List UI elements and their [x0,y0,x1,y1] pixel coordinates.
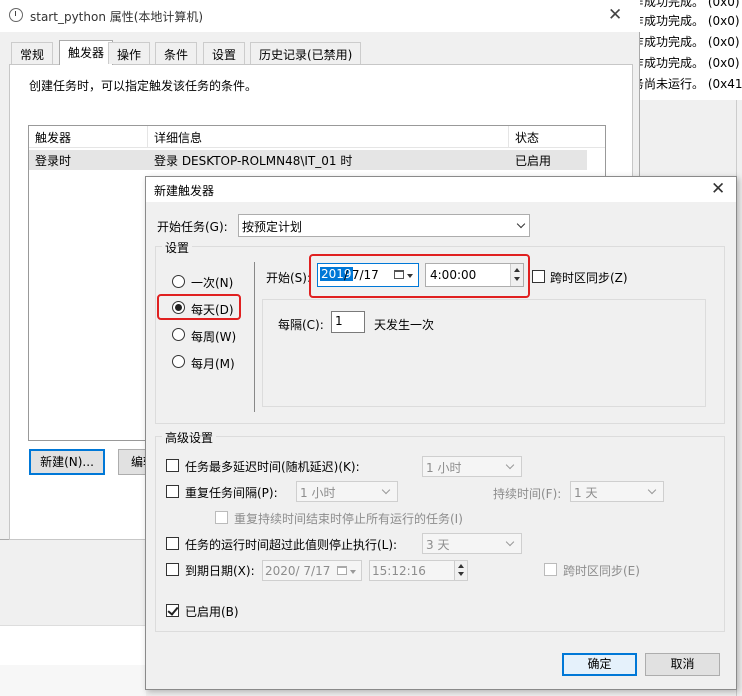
expire-label: 到期日期(X): [185,564,255,578]
cancel-button[interactable]: 取消 [645,653,720,676]
panel-description: 创建任务时，可以指定触发该任务的条件。 [29,79,258,93]
repeat-checkbox[interactable] [166,485,179,498]
radio-once[interactable] [172,275,185,288]
log-row: 乍成功完成。 (0x0) [632,35,740,49]
duration-value: 1 天 [574,486,598,500]
row-status-cell: 已启用 [515,154,552,168]
calendar-icon [337,566,347,575]
chevron-down-icon [647,485,657,495]
clock-icon [9,8,23,22]
enabled-checkbox[interactable] [166,604,179,617]
column-header-status[interactable]: 状态 [515,129,539,146]
radio-monthly-label: 每月(M) [191,357,235,371]
dropdown-arrow-icon [350,570,356,574]
chevron-down-icon [505,537,515,547]
column-header-details[interactable]: 详细信息 [154,129,202,146]
expire-checkbox[interactable] [166,563,179,576]
sync-timezone-checkbox[interactable] [532,270,545,283]
expire-time-value: 15:12:16 [372,564,426,578]
close-icon[interactable]: ✕ [711,179,725,199]
chevron-down-icon [505,460,515,470]
ok-button[interactable]: 确定 [562,653,637,676]
every-label: 每隔(C): [278,318,324,332]
log-row: 乍成功完成。 (0x0) [632,14,740,28]
advanced-settings-label: 高级设置 [162,429,217,446]
log-row: 务尚未运行。 (0x4130 [632,77,742,91]
radio-weekly[interactable] [172,328,185,341]
stop-if-checkbox[interactable] [166,537,179,550]
tab-general[interactable]: 常规 [11,42,54,64]
stop-if-value: 3 天 [426,538,450,552]
tab-settings[interactable]: 设置 [203,42,246,64]
expire-date-value: 2020/ 7/17 [265,564,331,578]
expire-sync-label: 跨时区同步(E) [563,564,640,578]
log-row: 乍成功完成。 (0x0) [632,56,740,70]
radio-once-label: 一次(N) [191,276,234,290]
background-log-panel: 乍成功完成。 (0x0) 乍成功完成。 (0x0) 乍成功完成。 (0x0) 乍… [628,0,742,100]
expire-sync-checkbox[interactable] [544,563,557,576]
chevron-down-icon [381,485,391,495]
duration-label: 持续时间(F): [493,487,562,501]
tab-triggers[interactable]: 触发器 [59,40,114,65]
highlight-box [309,254,530,298]
time-spinner[interactable] [454,561,467,580]
log-row: 乍成功完成。 (0x0) [632,0,740,9]
column-divider [147,126,148,148]
window-title: start_python 属性(本地计算机) [30,10,204,24]
column-header-trigger[interactable]: 触发器 [35,129,71,146]
every-days-suffix: 天发生一次 [374,318,435,332]
background-window-area [0,665,146,696]
background-window-area [0,625,146,665]
column-divider [508,126,509,148]
properties-title-bar: start_python 属性(本地计算机) ✕ [0,0,640,32]
enabled-label: 已启用(B) [185,605,239,619]
dialog-title-bar [146,177,736,202]
settings-divider [254,262,255,412]
begin-task-label: 开始任务(G): [157,220,228,234]
row-details-cell: 登录 DESKTOP-ROLMN48\IT_01 时 [154,154,353,168]
sync-timezone-label: 跨时区同步(Z) [550,271,628,285]
delay-checkbox[interactable] [166,459,179,472]
spin-down-icon[interactable] [458,572,464,576]
highlight-box [157,294,241,320]
recurrence-panel [262,299,706,407]
begin-task-value: 按预定计划 [242,220,303,234]
delay-label: 任务最多延迟时间(随机延迟)(K): [185,460,360,474]
stop-all-checkbox[interactable] [215,511,228,524]
spin-up-icon[interactable] [458,564,464,568]
stop-all-label: 重复持续时间结束时停止所有运行的任务(I) [234,512,463,526]
new-trigger-button[interactable]: 新建(N)... [29,449,105,475]
every-days-value: 1 [335,314,343,328]
repeat-value: 1 小时 [300,486,336,500]
close-icon[interactable]: ✕ [608,5,622,25]
settings-group-label: 设置 [162,239,193,256]
dialog-title: 新建触发器 [154,184,215,198]
row-trigger-cell: 登录时 [35,154,72,168]
tab-history[interactable]: 历史记录(已禁用) [250,42,362,64]
tab-conditions[interactable]: 条件 [155,42,198,64]
radio-monthly[interactable] [172,355,185,368]
delay-value: 1 小时 [426,461,462,475]
chevron-down-icon [516,219,526,229]
tab-actions[interactable]: 操作 [108,42,151,64]
radio-weekly-label: 每周(W) [191,330,237,344]
stop-if-label: 任务的运行时间超过此值则停止执行(L): [185,538,398,552]
repeat-label: 重复任务间隔(P): [185,486,278,500]
start-label: 开始(S): [266,271,312,285]
